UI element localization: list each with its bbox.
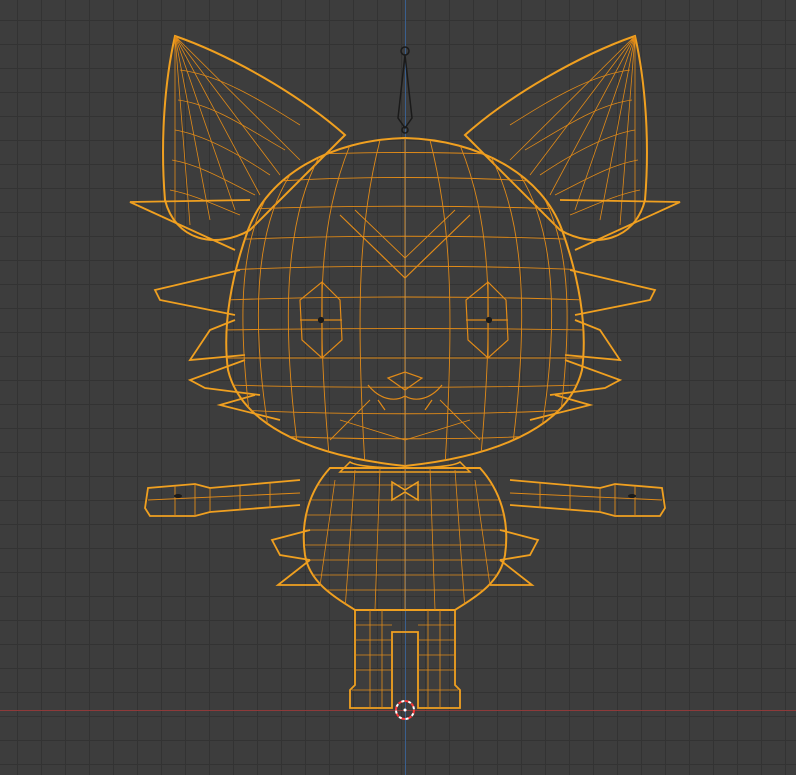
- right-arm[interactable]: [509, 479, 666, 517]
- scene-canvas[interactable]: [0, 0, 796, 775]
- right-fur-spikes[interactable]: [529, 199, 681, 421]
- 3d-viewport[interactable]: [0, 0, 796, 775]
- body-mesh[interactable]: [300, 467, 510, 611]
- head-mesh[interactable]: [225, 136, 585, 468]
- right-ear[interactable]: [463, 34, 648, 241]
- left-eye[interactable]: [299, 281, 343, 359]
- armature-bone-icon[interactable]: [397, 46, 413, 134]
- 3d-cursor-icon[interactable]: [395, 700, 415, 720]
- left-fur-spikes[interactable]: [129, 199, 281, 421]
- left-leg[interactable]: [349, 610, 405, 709]
- right-leg[interactable]: [405, 610, 461, 709]
- left-ear[interactable]: [162, 34, 347, 241]
- right-eye[interactable]: [465, 281, 509, 359]
- left-arm[interactable]: [144, 479, 301, 517]
